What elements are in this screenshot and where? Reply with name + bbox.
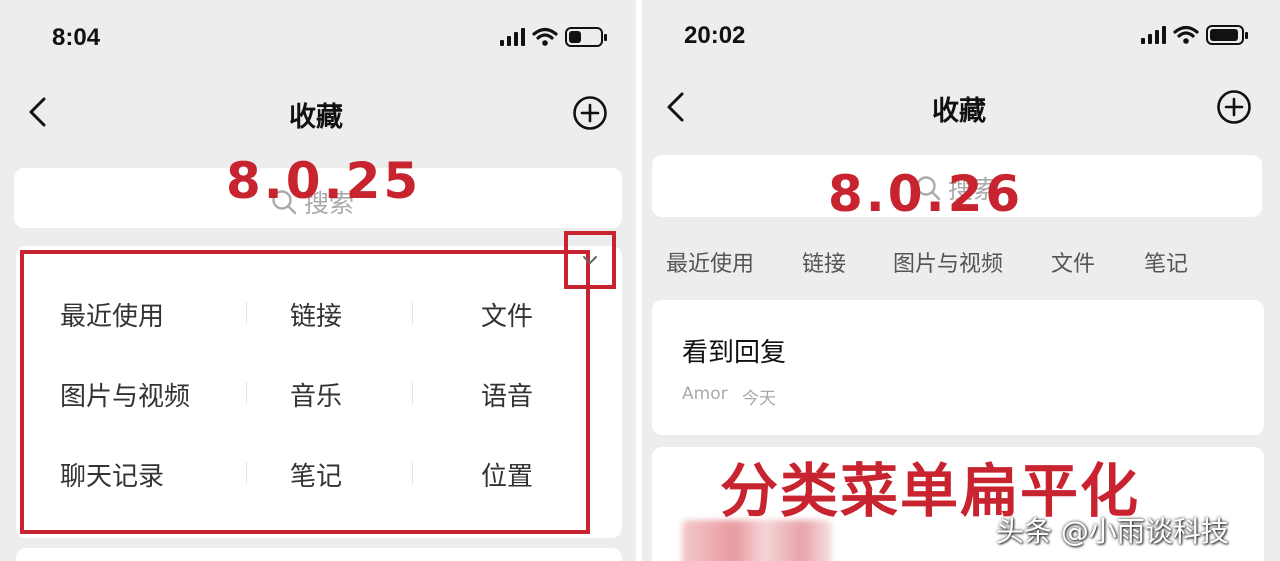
version-label: 8.0.25 [226, 152, 422, 210]
signal-icon [1141, 26, 1166, 44]
item-date: 今天 [742, 389, 776, 409]
tab-notes[interactable]: 笔记 [1144, 246, 1188, 278]
category-chat-history[interactable]: 聊天记录 [60, 456, 164, 493]
wifi-icon [1173, 25, 1199, 44]
expand-categories-button[interactable] [564, 231, 616, 289]
battery-icon [565, 27, 607, 47]
version-label: 8.0.26 [828, 165, 1024, 223]
next-card [16, 548, 622, 561]
category-files[interactable]: 文件 [481, 296, 533, 333]
category-voice[interactable]: 语音 [481, 376, 533, 413]
column-divider [412, 382, 413, 404]
favorite-item[interactable]: 看到回复 Amor 今天 [652, 300, 1264, 435]
item-author: Amor [682, 384, 728, 404]
add-circle-icon[interactable] [1216, 89, 1252, 125]
status-time: 20:02 [684, 22, 746, 49]
chevron-down-icon [583, 256, 597, 264]
column-divider [246, 462, 247, 484]
column-divider [246, 302, 247, 324]
category-notes[interactable]: 笔记 [290, 456, 342, 493]
left-phone-screen: 8:04 收藏 搜索 8.0.25 最近使用 链接 文件 图片与视频 音乐 语音… [0, 0, 636, 561]
category-links[interactable]: 链接 [290, 296, 342, 333]
signal-icon [500, 28, 525, 46]
tab-links[interactable]: 链接 [802, 246, 846, 278]
back-icon[interactable] [664, 91, 686, 123]
back-icon[interactable] [26, 96, 48, 128]
wifi-icon [532, 27, 558, 46]
item-title: 看到回复 [682, 338, 787, 368]
add-circle-icon[interactable] [572, 95, 608, 131]
status-time: 8:04 [52, 24, 101, 51]
column-divider [246, 382, 247, 404]
category-music[interactable]: 音乐 [290, 376, 342, 413]
category-photos-videos[interactable]: 图片与视频 [60, 376, 190, 413]
status-icons [1141, 25, 1248, 45]
tab-recent[interactable]: 最近使用 [666, 246, 754, 278]
battery-icon [1206, 25, 1248, 45]
category-location[interactable]: 位置 [481, 456, 533, 493]
tab-photos-videos[interactable]: 图片与视频 [893, 246, 1003, 278]
page-title: 收藏 [289, 102, 343, 133]
column-divider [412, 462, 413, 484]
page-title: 收藏 [932, 96, 986, 127]
tab-files[interactable]: 文件 [1051, 246, 1095, 278]
watermark: 头条 @小雨谈科技 [996, 515, 1229, 548]
column-divider [412, 302, 413, 324]
category-recent[interactable]: 最近使用 [60, 296, 164, 333]
status-icons [500, 27, 607, 47]
